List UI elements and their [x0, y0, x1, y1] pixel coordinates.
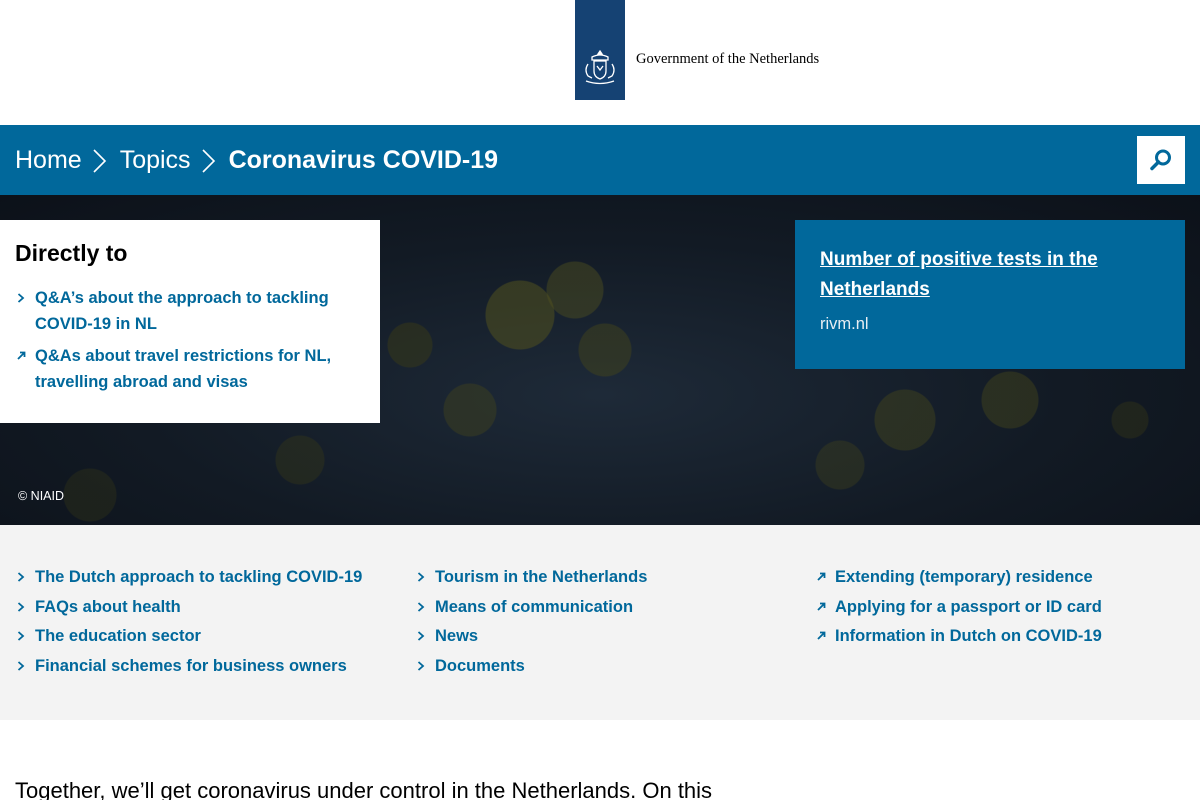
chevron-right-icon	[82, 140, 120, 180]
external-arrow-icon	[817, 572, 826, 581]
external-arrow-icon	[17, 351, 26, 360]
link-news[interactable]: News	[415, 624, 647, 654]
directly-to-label: Q&As about travel restrictions for NL, t…	[35, 347, 332, 391]
links-column-1: The Dutch approach to tackling COVID-19 …	[15, 565, 362, 683]
breadcrumb-current: Coronavirus COVID-19	[228, 145, 499, 174]
chevron-right-icon	[17, 572, 25, 582]
link-label: Applying for a passport or ID card	[835, 597, 1102, 616]
search-icon	[1150, 149, 1171, 171]
link-label: The education sector	[35, 627, 201, 645]
intro-paragraph: Together, we’ll get coronavirus under co…	[15, 778, 713, 800]
breadcrumb: Home Topics Coronavirus COVID-19	[15, 125, 498, 195]
coat-of-arms-icon	[585, 49, 615, 85]
breadcrumb-bar: Home Topics Coronavirus COVID-19	[0, 125, 1200, 195]
link-label: Financial schemes for business owners	[35, 656, 347, 675]
positive-tests-panel: Number of positive tests in the Netherla…	[795, 220, 1185, 369]
link-label: Information in Dutch on COVID-19	[835, 627, 1102, 645]
logo-text[interactable]: Government of the Netherlands	[636, 51, 819, 68]
site-header: Government of the Netherlands	[0, 0, 1200, 125]
directly-to-list: Q&A’s about the approach to tackling COV…	[15, 285, 365, 395]
link-extending-residence[interactable]: Extending (temporary) residence	[815, 565, 1102, 595]
directly-to-label: Q&A’s about the approach to tackling COV…	[35, 289, 329, 333]
link-education[interactable]: The education sector	[15, 624, 362, 654]
logo-emblem[interactable]	[575, 0, 625, 100]
chevron-right-icon	[417, 601, 425, 612]
link-label: News	[435, 627, 479, 645]
link-label: Extending (temporary) residence	[835, 568, 1093, 586]
chevron-right-icon	[191, 140, 229, 180]
link-communication[interactable]: Means of communication	[415, 595, 647, 625]
link-label: Means of communication	[435, 597, 634, 616]
directly-to-title: Directly to	[15, 240, 128, 266]
link-label: FAQs about health	[35, 597, 181, 616]
chevron-right-icon	[417, 660, 425, 671]
search-button[interactable]	[1137, 136, 1185, 184]
positive-tests-link[interactable]: Number of positive tests in the Netherla…	[820, 245, 1160, 305]
links-column-3: Extending (temporary) residence Applying…	[815, 565, 1102, 654]
chevron-right-icon	[17, 601, 25, 612]
positive-tests-source: rivm.nl	[820, 315, 869, 333]
breadcrumb-topics[interactable]: Topics	[120, 146, 191, 175]
directly-to-link-travel[interactable]: Q&As about travel restrictions for NL, t…	[15, 343, 365, 395]
link-dutch-info[interactable]: Information in Dutch on COVID-19	[815, 624, 1102, 654]
chevron-right-icon	[417, 631, 425, 641]
link-passport[interactable]: Applying for a passport or ID card	[815, 595, 1102, 625]
chevron-right-icon	[17, 631, 25, 641]
directly-to-link-approach[interactable]: Q&A’s about the approach to tackling COV…	[15, 285, 365, 337]
image-credit: © NIAID	[18, 489, 65, 503]
topic-links: The Dutch approach to tackling COVID-19 …	[0, 525, 1200, 720]
link-financial-schemes[interactable]: Financial schemes for business owners	[15, 654, 362, 684]
chevron-right-icon	[417, 572, 425, 582]
directly-to-panel: Directly to Q&A’s about the approach to …	[0, 220, 380, 423]
hero-banner: Directly to Q&A’s about the approach to …	[0, 195, 1200, 525]
chevron-right-icon	[17, 293, 25, 303]
link-documents[interactable]: Documents	[415, 654, 647, 684]
link-label: Tourism in the Netherlands	[435, 568, 648, 586]
link-dutch-approach[interactable]: The Dutch approach to tackling COVID-19	[15, 565, 362, 595]
link-tourism[interactable]: Tourism in the Netherlands	[415, 565, 647, 595]
chevron-right-icon	[17, 660, 25, 671]
breadcrumb-home[interactable]: Home	[15, 146, 82, 175]
external-arrow-icon	[817, 602, 826, 611]
links-column-2: Tourism in the Netherlands Means of comm…	[415, 565, 647, 683]
link-faqs-health[interactable]: FAQs about health	[15, 595, 362, 625]
external-arrow-icon	[817, 631, 826, 640]
link-label: Documents	[435, 656, 525, 675]
link-label: The Dutch approach to tackling COVID-19	[35, 568, 363, 586]
